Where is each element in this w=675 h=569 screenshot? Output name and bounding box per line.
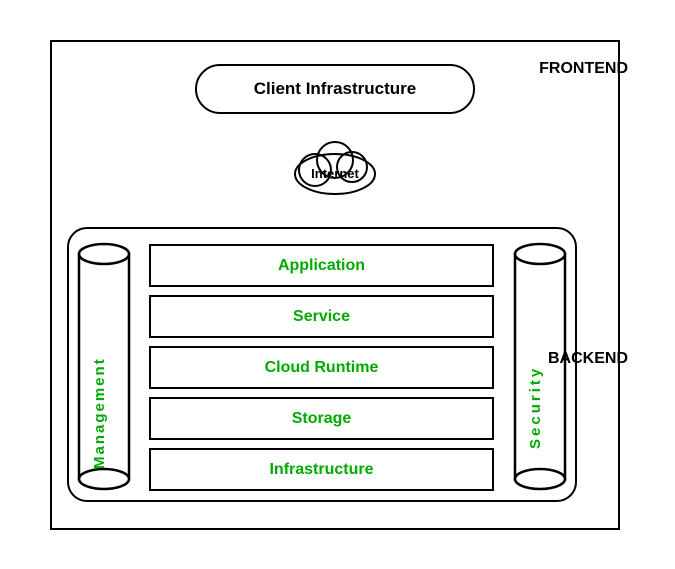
backend-label: BACKEND bbox=[548, 350, 628, 368]
management-svg: Management bbox=[74, 239, 134, 494]
svg-text:Internet: Internet bbox=[311, 166, 359, 181]
cloud-runtime-label: Cloud Runtime bbox=[265, 359, 379, 377]
storage-label: Storage bbox=[292, 410, 352, 428]
frontend-label: FRONTEND bbox=[539, 60, 628, 78]
infrastructure-label: Infrastructure bbox=[269, 461, 373, 479]
service-layer: Service bbox=[149, 295, 494, 338]
main-diagram-container: FRONTEND Client Infrastructure Internet bbox=[50, 40, 620, 530]
svg-text:Security: Security bbox=[527, 366, 544, 449]
client-infrastructure-box: Client Infrastructure bbox=[195, 64, 475, 114]
layers-container: Application Service Cloud Runtime Storag… bbox=[149, 244, 494, 491]
application-layer: Application bbox=[149, 244, 494, 287]
client-infrastructure-label: Client Infrastructure bbox=[254, 79, 416, 99]
cloud-svg: Internet bbox=[280, 132, 390, 202]
infrastructure-layer: Infrastructure bbox=[149, 448, 494, 491]
service-label: Service bbox=[293, 308, 350, 326]
backend-box: Management Security Application Service … bbox=[67, 227, 577, 502]
cloud-runtime-layer: Cloud Runtime bbox=[149, 346, 494, 389]
storage-layer: Storage bbox=[149, 397, 494, 440]
internet-cloud: Internet bbox=[280, 132, 390, 202]
management-cylinder: Management bbox=[74, 239, 134, 494]
application-label: Application bbox=[278, 257, 365, 275]
svg-text:Management: Management bbox=[91, 357, 108, 469]
